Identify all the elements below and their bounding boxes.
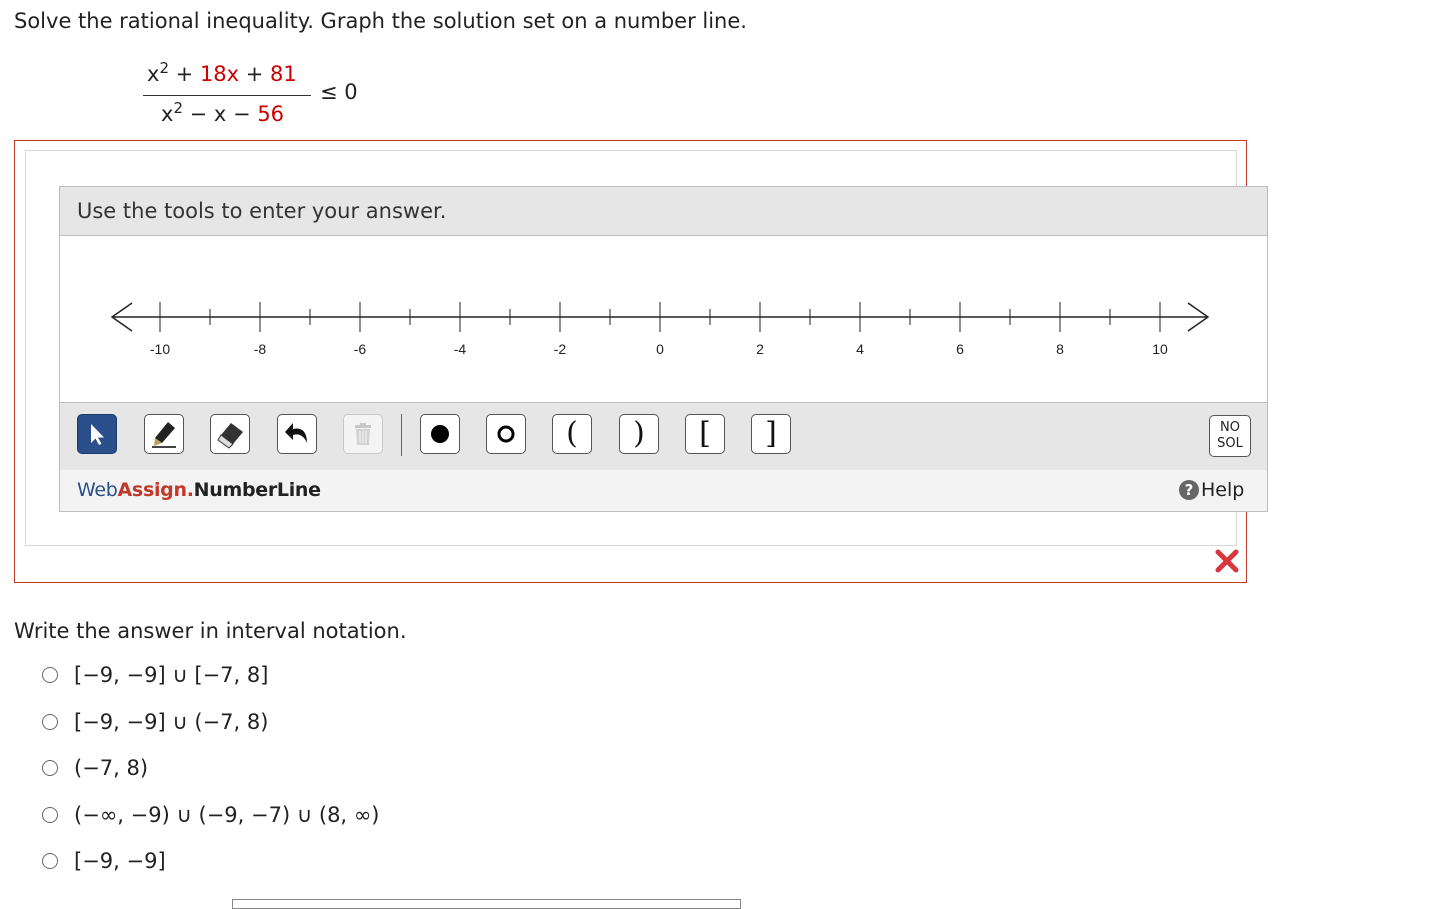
radio-button[interactable] — [42, 667, 58, 683]
toolbar: ( ) [ ] NO SOL — [60, 402, 1267, 471]
radio-button[interactable] — [42, 760, 58, 776]
close-bracket-button[interactable]: ] — [751, 414, 791, 454]
tick-label: 2 — [756, 341, 764, 357]
no-solution-button[interactable]: NO SOL — [1209, 415, 1251, 457]
delete-button[interactable] — [343, 414, 383, 454]
tick-label: -6 — [354, 341, 367, 357]
incorrect-x-icon — [1214, 548, 1240, 578]
undo-button[interactable] — [277, 414, 317, 454]
tool-header-text: Use the tools to enter your answer. — [77, 199, 447, 223]
numerator: x2 + 18x + 81 — [147, 59, 297, 87]
fraction-bar — [143, 95, 311, 96]
tick-label: -2 — [554, 341, 567, 357]
denominator: x2 − x − 56 — [161, 99, 285, 127]
answer-option[interactable]: [−9, −9] ∪ (−7, 8) — [42, 710, 268, 734]
radio-button[interactable] — [42, 714, 58, 730]
open-dot-button[interactable] — [486, 414, 526, 454]
filled-circle-icon — [431, 425, 449, 443]
open-bracket-button[interactable]: [ — [685, 414, 725, 454]
radio-button[interactable] — [42, 853, 58, 869]
closed-dot-button[interactable] — [420, 414, 460, 454]
trash-icon — [355, 423, 371, 445]
tool-header: Use the tools to enter your answer. — [60, 187, 1267, 236]
undo-icon — [285, 423, 307, 443]
answer-option[interactable]: [−9, −9] — [42, 849, 166, 873]
tick-label: 8 — [1056, 341, 1064, 357]
numberline-tool: Use the tools to enter your answer. -10-… — [59, 186, 1268, 512]
answer-input-field[interactable] — [232, 899, 741, 909]
tick-label: 10 — [1152, 341, 1168, 357]
tick-label: -8 — [254, 341, 267, 357]
close-paren-button[interactable]: ) — [619, 414, 659, 454]
question-prompt: Solve the rational inequality. Graph the… — [14, 9, 747, 33]
tick-label: 4 — [856, 341, 864, 357]
pointer-icon — [91, 424, 104, 445]
tick-label: -10 — [150, 341, 170, 357]
help-link[interactable]: ? Help — [1179, 479, 1244, 501]
number-line[interactable]: -10 -8 -6 -4 -2 0 2 4 6 8 10 — [60, 235, 1267, 402]
radio-button[interactable] — [42, 807, 58, 823]
pencil-icon — [152, 422, 176, 448]
pointer-tool-button[interactable] — [77, 414, 117, 454]
interval-notation-prompt: Write the answer in interval notation. — [14, 619, 407, 643]
tick-label: -4 — [454, 341, 467, 357]
toolbar-separator — [401, 414, 402, 456]
tick-label: 6 — [956, 341, 964, 357]
answer-option[interactable]: [−9, −9] ∪ [−7, 8] — [42, 663, 268, 687]
number-line-area[interactable]: -10 -8 -6 -4 -2 0 2 4 6 8 10 — [60, 235, 1267, 402]
eraser-tool-button[interactable] — [210, 414, 250, 454]
webassign-logo: WebAssign.NumberLine — [77, 479, 321, 501]
pencil-tool-button[interactable] — [144, 414, 184, 454]
open-circle-icon — [497, 425, 515, 443]
help-label: Help — [1201, 479, 1245, 501]
open-paren-button[interactable]: ( — [552, 414, 592, 454]
tick-label: 0 — [656, 341, 664, 357]
inequality-relation: ≤ 0 — [320, 80, 358, 104]
help-icon: ? — [1179, 480, 1199, 500]
answer-option[interactable]: (−∞, −9) ∪ (−9, −7) ∪ (8, ∞) — [42, 803, 379, 827]
eraser-icon — [217, 423, 243, 449]
answer-option[interactable]: (−7, 8) — [42, 756, 148, 780]
tool-footer: WebAssign.NumberLine ? Help — [60, 470, 1267, 511]
